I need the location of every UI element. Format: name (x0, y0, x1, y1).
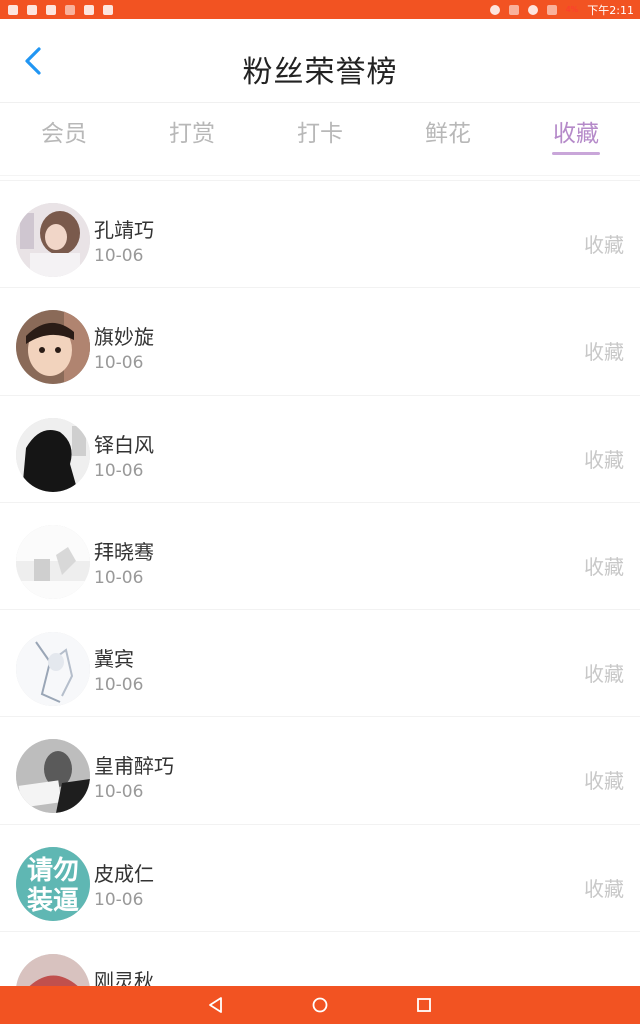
battery-charging-icon (84, 4, 94, 15)
tab-label: 打卡 (297, 121, 343, 147)
status-bar: 4% 下午2:11 (0, 0, 640, 19)
notification-icon (8, 4, 18, 15)
fan-name: 皮成仁 (94, 861, 154, 886)
tab-member[interactable]: 会员 (0, 104, 128, 175)
list-item[interactable]: 皇甫醉巧 10-06 收藏 (0, 716, 640, 823)
list-item[interactable]: 铎白风 10-06 收藏 (0, 394, 640, 502)
fan-date: 10-06 (94, 889, 144, 910)
wifi-off-icon (65, 4, 75, 15)
tab-label: 鲜花 (425, 121, 471, 147)
favorite-action[interactable]: 收藏 (584, 658, 624, 687)
fan-date: 10-06 (94, 246, 144, 266)
triangle-back-icon (209, 997, 222, 1013)
tab-favorites[interactable]: 收藏 (512, 104, 640, 175)
nav-recents-button[interactable] (410, 991, 438, 1019)
favorite-action[interactable]: 收藏 (584, 873, 624, 902)
fan-name: 旗妙旋 (94, 325, 154, 350)
tab-label: 会员 (41, 121, 87, 147)
tab-flowers[interactable]: 鲜花 (384, 104, 512, 175)
status-left-icons (8, 4, 113, 15)
avatar (16, 524, 90, 599)
page-title: 粉丝荣誉榜 (242, 55, 398, 90)
nav-back-button[interactable] (202, 991, 230, 1019)
avatar (16, 739, 90, 814)
fan-name: 皇甫醉巧 (94, 754, 174, 779)
fan-name: 铎白风 (94, 432, 154, 457)
nav-home-button[interactable] (306, 991, 334, 1019)
square-recents-icon (417, 998, 431, 1012)
avatar-text-line2: 装逼 (27, 886, 79, 916)
avatar: 请勿 装逼 (16, 846, 90, 921)
message-notification-icon (46, 4, 56, 15)
favorite-action[interactable]: 收藏 (584, 229, 624, 258)
fan-name: 刚灵秋 (94, 969, 154, 986)
tab-reward[interactable]: 打赏 (128, 104, 256, 175)
fan-date: 10-06 (94, 353, 144, 374)
fan-date: 10-06 (94, 460, 144, 481)
battery-percent: 4% (565, 5, 579, 14)
location-icon (489, 4, 500, 15)
app-screen: 4% 下午2:11 粉丝荣誉榜 会员 打赏 打卡 鲜花 收藏 孔靖巧 10-06… (0, 0, 640, 1024)
avatar (16, 954, 90, 986)
image-notification-icon (27, 4, 37, 15)
list-item[interactable]: 请勿 装逼 皮成仁 10-06 收藏 (0, 823, 640, 931)
favorite-action[interactable]: 收藏 (584, 336, 624, 365)
tab-label: 收藏 (553, 121, 599, 147)
fan-name: 孔靖巧 (94, 218, 154, 242)
list-item[interactable]: 冀宾 10-06 收藏 (0, 609, 640, 716)
fan-name: 冀宾 (94, 647, 134, 672)
fan-date: 10-06 (94, 567, 144, 588)
circle-home-icon (312, 997, 328, 1013)
favorite-action[interactable]: 收藏 (584, 765, 624, 794)
system-navigation-bar (0, 986, 640, 1024)
fan-date: 10-06 (94, 782, 144, 803)
avatar (16, 203, 90, 277)
list-item[interactable]: 拜晓骞 10-06 收藏 (0, 501, 640, 609)
fan-list: 孔靖巧 10-06 收藏 旗妙旋 10-06 收藏 铎白风 10-06 收藏 拜… (0, 180, 640, 986)
avatar-text-line1: 请勿 (27, 856, 79, 886)
status-right-icons: 4% 下午2:11 (489, 2, 634, 18)
status-time: 下午2:11 (587, 3, 634, 17)
active-tab-indicator (552, 152, 600, 155)
wifi-icon (546, 4, 557, 15)
avatar (16, 417, 90, 492)
avatar (16, 310, 90, 385)
fan-date: 10-06 (94, 675, 144, 696)
notification-dot-icon (103, 4, 113, 15)
fan-name: 拜晓骞 (94, 539, 154, 564)
tab-bar: 会员 打赏 打卡 鲜花 收藏 (0, 104, 640, 176)
list-item[interactable]: 旗妙旋 10-06 收藏 (0, 287, 640, 394)
header: 粉丝荣誉榜 (0, 19, 640, 103)
avatar (16, 632, 90, 707)
tab-label: 打赏 (169, 121, 215, 147)
do-not-disturb-icon (527, 4, 538, 15)
favorite-action[interactable]: 收藏 (584, 551, 624, 580)
tab-checkin[interactable]: 打卡 (256, 104, 384, 175)
list-item[interactable]: 孔靖巧 10-06 收藏 (0, 180, 640, 287)
list-item[interactable]: 刚灵秋 10-06 收藏 (0, 931, 640, 986)
bluetooth-icon (508, 4, 519, 15)
favorite-action[interactable]: 收藏 (584, 444, 624, 473)
